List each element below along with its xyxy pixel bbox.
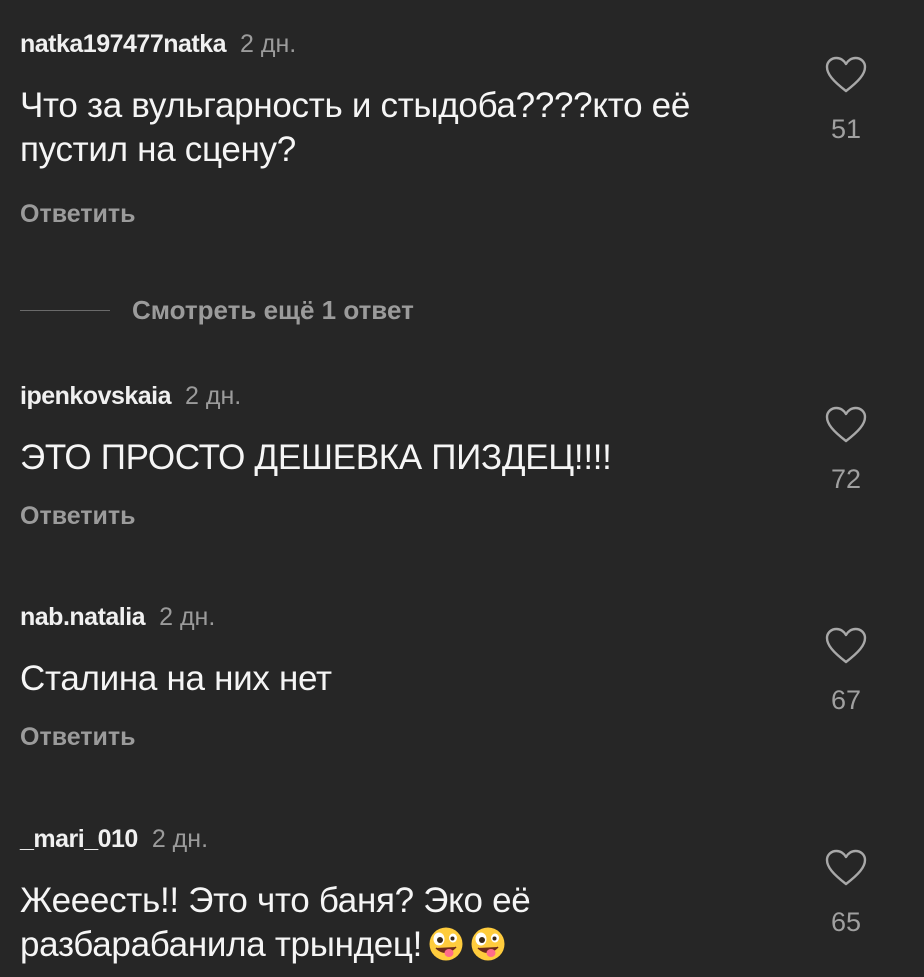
divider-line [20,309,110,311]
comment-username[interactable]: _mari_010 [20,825,138,853]
reply-button[interactable]: Ответить [20,723,136,752]
comment-item: ipenkovskaia 2 дн. ЭТО ПРОСТО ДЕШЕВКА ПИЗ… [20,382,904,552]
like-button[interactable]: 72 [814,406,878,494]
comment-time: 2 дн. [159,603,216,631]
like-button[interactable]: 51 [814,56,878,144]
comment-meta: ipenkovskaia 2 дн. [20,382,241,414]
comment-username[interactable]: natka197477natka [20,30,227,58]
like-count: 72 [830,464,862,494]
comment-meta: natka197477natka 2 дн. [20,30,296,62]
zany-face-emoji [470,926,506,962]
view-more-replies-label: Смотреть ещё 1 ответ [132,294,414,325]
heart-outline-icon [825,627,867,664]
like-count: 67 [830,685,862,715]
comment-item: nab.natalia 2 дн. Сталина на них нет Отве… [20,603,904,773]
reply-button[interactable]: Ответить [20,200,136,229]
comment-meta: nab.natalia 2 дн. [20,603,215,635]
comment-username[interactable]: ipenkovskaia [20,382,172,410]
like-count: 65 [830,907,862,937]
comment-text: ЭТО ПРОСТО ДЕШЕВКА ПИЗДЕЦ!!!! [20,438,612,477]
like-count: 51 [830,114,862,144]
view-more-replies-button[interactable]: Смотреть ещё 1 ответ [20,290,414,330]
comment-item: _mari_010 2 дн. Жееесть!! Это что баня? Э… [20,825,904,977]
comment-text: Сталина на них нет [20,659,332,698]
comment-meta: _mari_010 2 дн. [20,825,208,857]
comment-username[interactable]: nab.natalia [20,603,146,631]
zany-face-emoji [428,926,464,962]
comment-time: 2 дн. [240,30,297,58]
comment-text: Что за вульгарность и стыдоба????кто её … [20,86,690,169]
reply-button[interactable]: Ответить [20,502,136,531]
like-button[interactable]: 67 [814,627,878,715]
heart-outline-icon [825,849,867,886]
heart-outline-icon [825,56,867,93]
comment-time: 2 дн. [185,382,242,410]
like-button[interactable]: 65 [814,849,878,937]
comment-text: Жееесть!! Это что баня? Эко её разбараба… [20,879,780,967]
heart-outline-icon [825,406,867,443]
comment-item: natka197477natka 2 дн. Что за вульгарност… [20,30,904,270]
comment-time: 2 дн. [151,825,209,853]
